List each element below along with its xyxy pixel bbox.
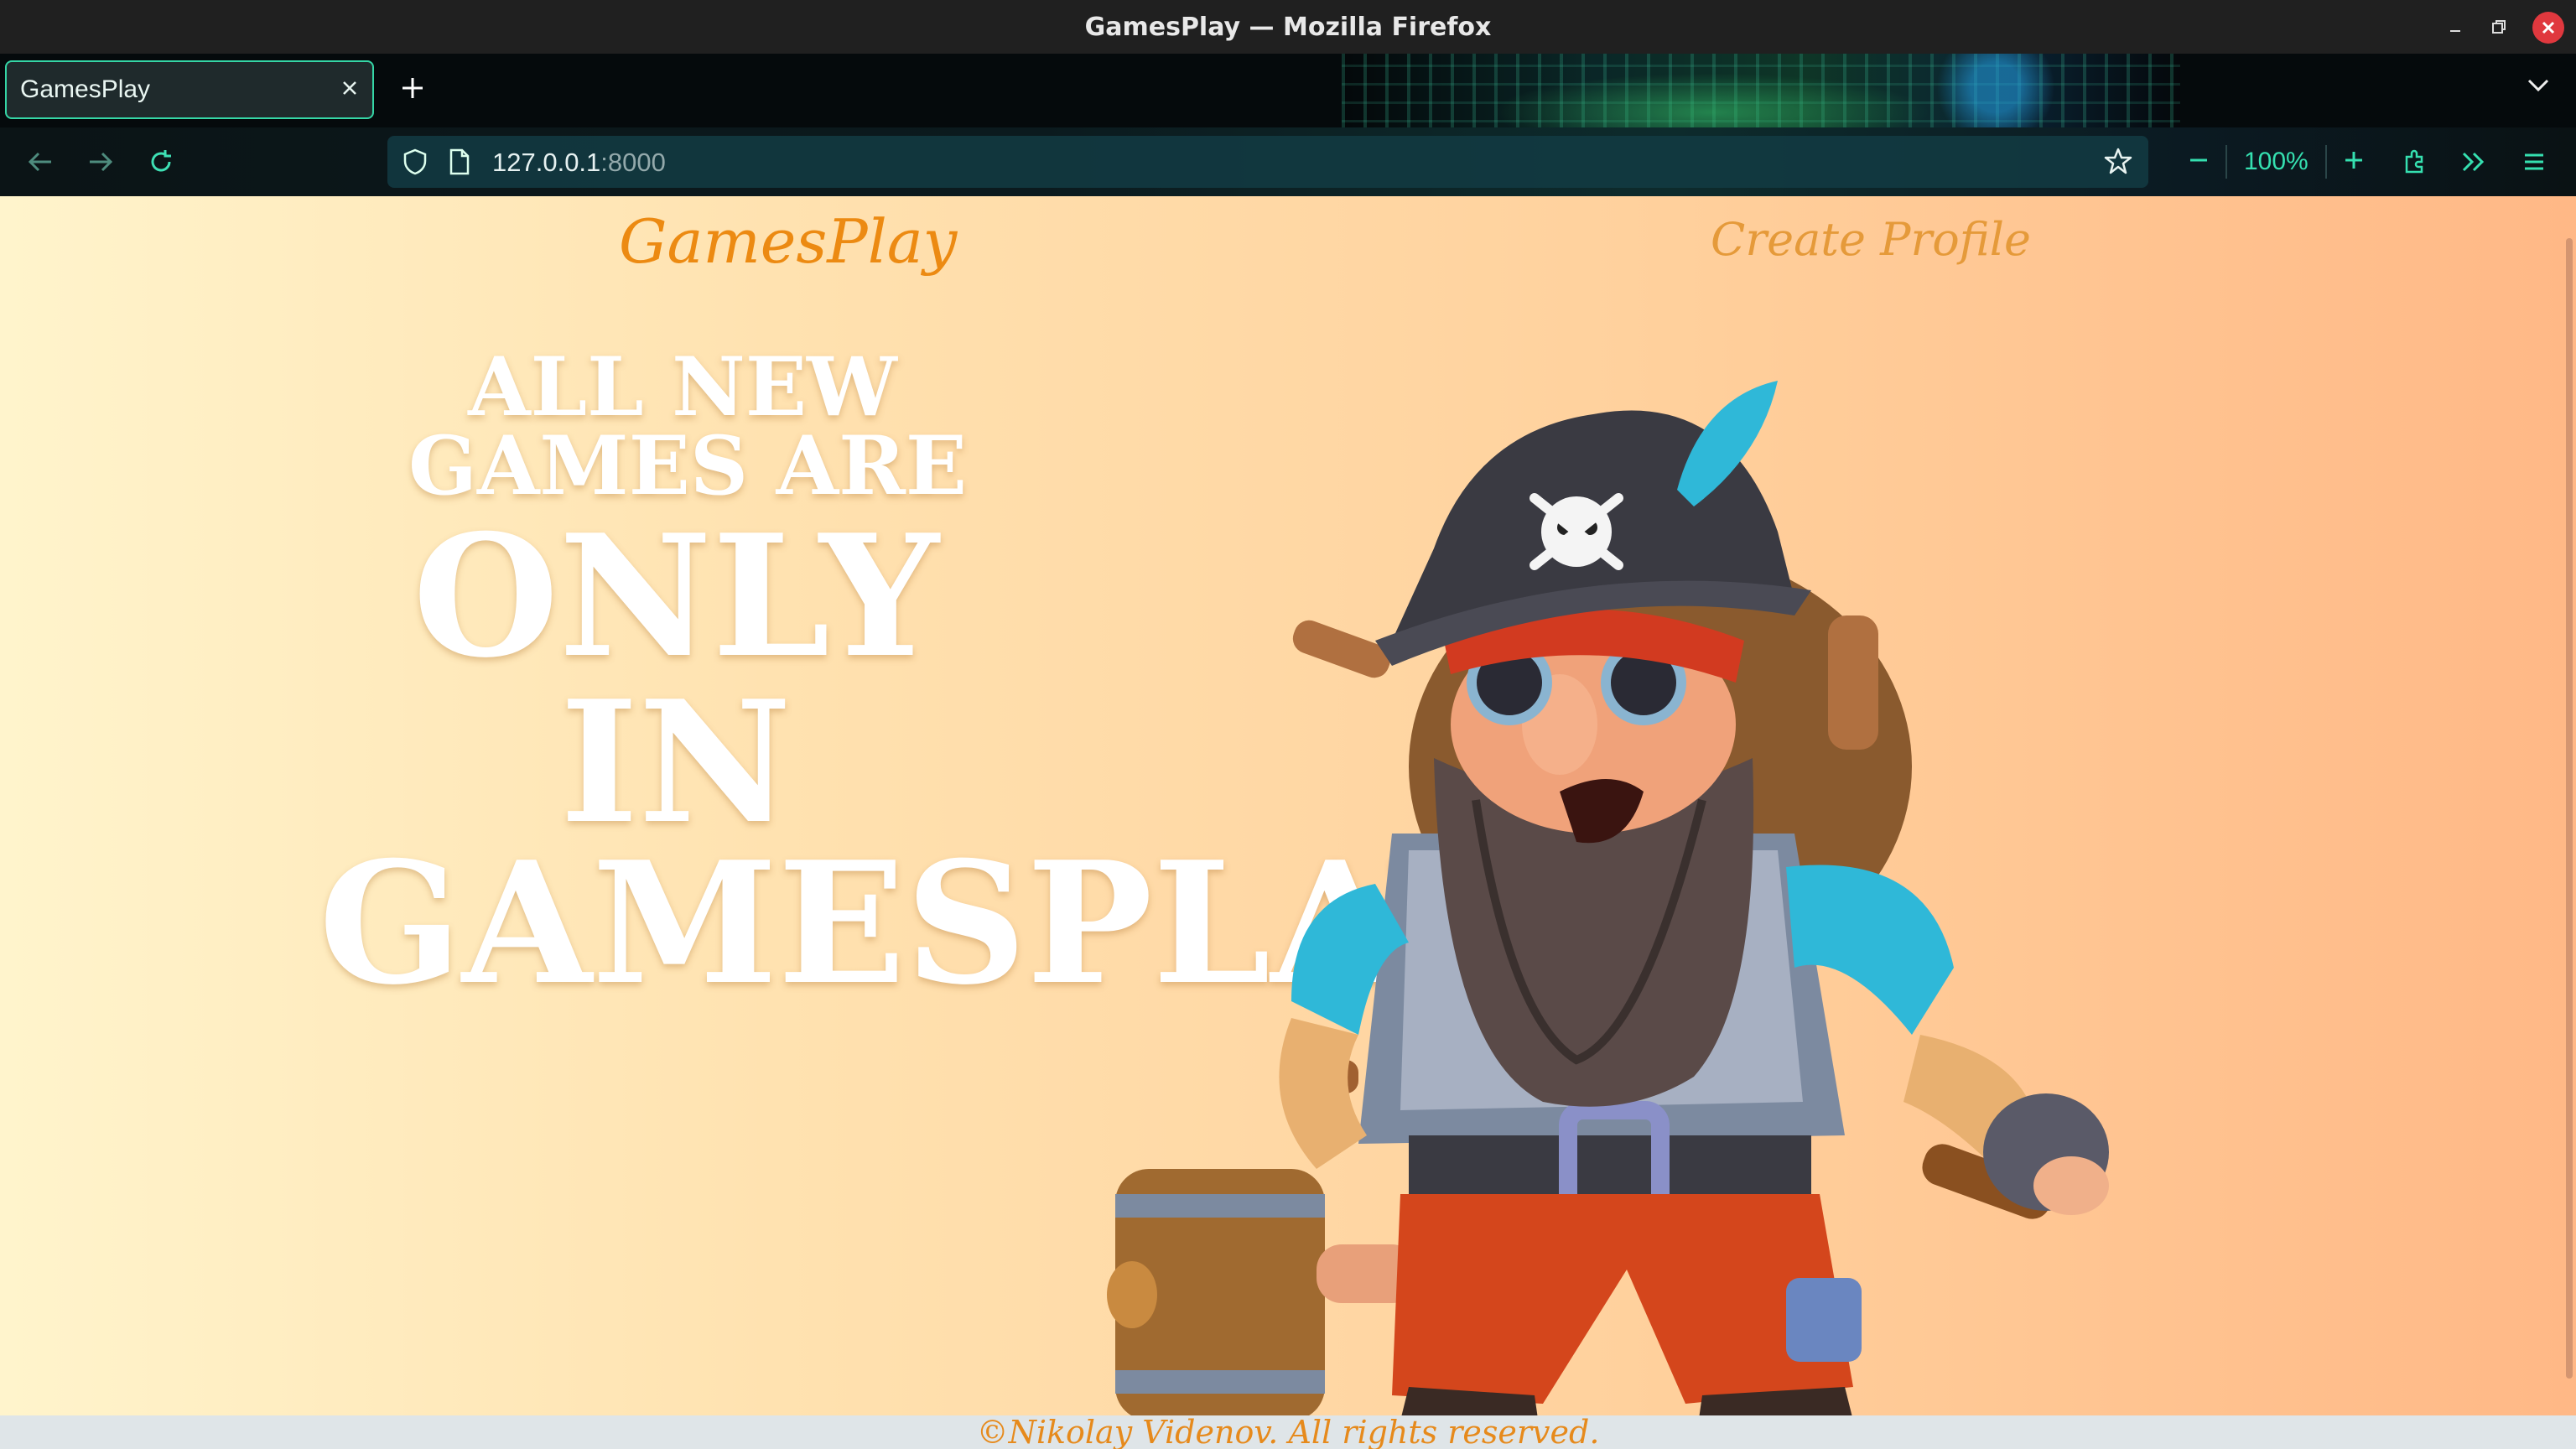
window-title: GamesPlay — Mozilla Firefox	[1084, 12, 1492, 42]
tab-title: GamesPlay	[20, 75, 151, 103]
close-window-icon[interactable]	[2532, 12, 2564, 44]
tab-close-icon[interactable]	[340, 76, 359, 103]
tab-gamesplay[interactable]: GamesPlay	[5, 60, 374, 119]
extensions-icon[interactable]	[2397, 143, 2433, 180]
list-all-tabs-icon[interactable]	[2524, 70, 2561, 107]
url-port: :8000	[600, 148, 666, 177]
pirate-character-image	[1107, 381, 2109, 1449]
zoom-out-icon[interactable]	[2172, 148, 2225, 175]
browser-theme-artwork	[1342, 54, 2180, 127]
bookmark-star-icon[interactable]	[2103, 146, 2133, 179]
tab-strip: GamesPlay	[0, 54, 2576, 127]
url-bar[interactable]: 127.0.0.1:8000	[387, 136, 2148, 188]
page-scrollbar[interactable]	[2566, 238, 2573, 1379]
page-info-icon[interactable]	[446, 148, 471, 179]
navigation-toolbar: 127.0.0.1:8000 100%	[0, 127, 2576, 196]
footer-copyright: ©Nikolay Videnov. All rights reserved.	[976, 1414, 1600, 1449]
page-viewport: GamesPlay Create Profile ALL NEW GAMES A…	[0, 196, 2576, 1449]
forward-icon[interactable]	[82, 143, 119, 180]
new-tab-button[interactable]	[394, 70, 431, 107]
reload-icon[interactable]	[143, 143, 179, 180]
zoom-controls: 100%	[2172, 136, 2381, 188]
url-text[interactable]: 127.0.0.1:8000	[492, 148, 666, 178]
restore-icon[interactable]	[2484, 12, 2514, 42]
back-icon[interactable]	[22, 143, 59, 180]
zoom-level[interactable]: 100%	[2225, 145, 2327, 179]
menu-hamburger-icon[interactable]	[2516, 143, 2553, 180]
window-titlebar: GamesPlay — Mozilla Firefox	[0, 0, 2576, 54]
url-host: 127.0.0.1	[492, 148, 601, 177]
minimize-icon[interactable]	[2440, 12, 2470, 42]
tracking-protection-shield-icon[interactable]	[401, 148, 429, 179]
create-profile-link[interactable]: Create Profile	[1711, 213, 2031, 266]
more-tools-icon[interactable]	[2455, 143, 2492, 180]
zoom-in-icon[interactable]	[2327, 148, 2381, 175]
